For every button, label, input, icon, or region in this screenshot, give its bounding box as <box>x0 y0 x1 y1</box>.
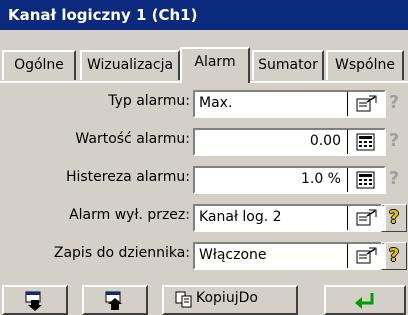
copy-to-label: KopiujDo <box>196 290 258 306</box>
alarm-off-by-row: Alarm wył. przez: Kanał log. 2 ? <box>0 202 408 234</box>
alarm-value-label: Wartość alarmu: <box>75 131 190 147</box>
tab-label: Wspólne <box>335 57 395 73</box>
alarm-type-value: Max. <box>199 95 233 111</box>
alarm-settings-panel: Typ alarmu: Max. ? Wartość alarmu: 0.00 <box>0 84 408 278</box>
page-up-button[interactable] <box>82 285 148 315</box>
alarm-off-by-field[interactable]: Kanał log. 2 <box>193 204 386 232</box>
tab-label: Wizualizacja <box>86 57 174 73</box>
window-title: Kanał logiczny 1 (Ch1) <box>8 6 198 24</box>
hysteresis-label: Histereza alarmu: <box>65 169 190 185</box>
hysteresis-row: Histereza alarmu: 1.0 % ? <box>0 164 408 196</box>
help-button[interactable]: ? <box>381 242 407 270</box>
bottom-toolbar: KopiujDo <box>0 283 408 315</box>
logbook-label: Zapis do dziennika: <box>53 245 190 261</box>
alarm-value-value: 0.00 <box>309 133 341 149</box>
enter-icon <box>355 293 374 309</box>
alarm-value-row: Wartość alarmu: 0.00 ? <box>0 126 408 158</box>
tab-strip: Ogólne Wizualizacja Alarm Sumator Wspóln… <box>0 30 408 83</box>
help-button: ? <box>388 130 400 151</box>
alarm-type-label: Typ alarmu: <box>108 93 190 109</box>
selection-list-icon[interactable] <box>354 209 378 227</box>
hysteresis-value: 1.0 % <box>300 171 341 187</box>
selection-list-icon[interactable] <box>354 95 378 113</box>
page-down-button[interactable] <box>2 285 68 315</box>
selection-list-icon[interactable] <box>354 247 378 265</box>
keypad-icon[interactable] <box>354 171 378 189</box>
alarm-type-field[interactable]: Max. <box>193 90 386 118</box>
alarm-type-row: Typ alarmu: Max. ? <box>0 88 408 120</box>
tab-alarm[interactable]: Alarm <box>180 47 250 83</box>
help-button: ? <box>388 92 400 113</box>
tab-wizualizacja[interactable]: Wizualizacja <box>80 50 180 80</box>
alarm-off-by-value: Kanał log. 2 <box>199 209 282 225</box>
title-bar: Kanał logiczny 1 (Ch1) <box>0 0 408 30</box>
page-up-icon <box>105 291 122 310</box>
copy-to-button[interactable]: KopiujDo <box>162 285 298 315</box>
tab-sumator[interactable]: Sumator <box>252 50 324 80</box>
hysteresis-field[interactable]: 1.0 % <box>193 166 386 194</box>
dialog-window: Kanał logiczny 1 (Ch1) Ogólne Wizualizac… <box>0 0 408 315</box>
tab-label: Ogólne <box>14 57 64 73</box>
copy-to-icon <box>175 291 192 308</box>
alarm-off-by-label: Alarm wył. przez: <box>69 207 190 223</box>
logbook-field[interactable]: Włączone <box>193 242 386 270</box>
page-down-icon <box>25 291 42 311</box>
logbook-value: Włączone <box>199 247 267 263</box>
help-button: ? <box>388 168 400 189</box>
enter-button[interactable] <box>324 285 406 315</box>
logbook-row: Zapis do dziennika: Włączone ? <box>0 240 408 272</box>
tab-wspolne[interactable]: Wspólne <box>326 50 404 80</box>
tab-label: Sumator <box>258 57 318 73</box>
alarm-value-field[interactable]: 0.00 <box>193 128 386 156</box>
tab-ogolne[interactable]: Ogólne <box>2 50 76 80</box>
tab-label: Alarm <box>194 54 236 70</box>
keypad-icon[interactable] <box>354 133 378 151</box>
help-button[interactable]: ? <box>381 204 407 232</box>
